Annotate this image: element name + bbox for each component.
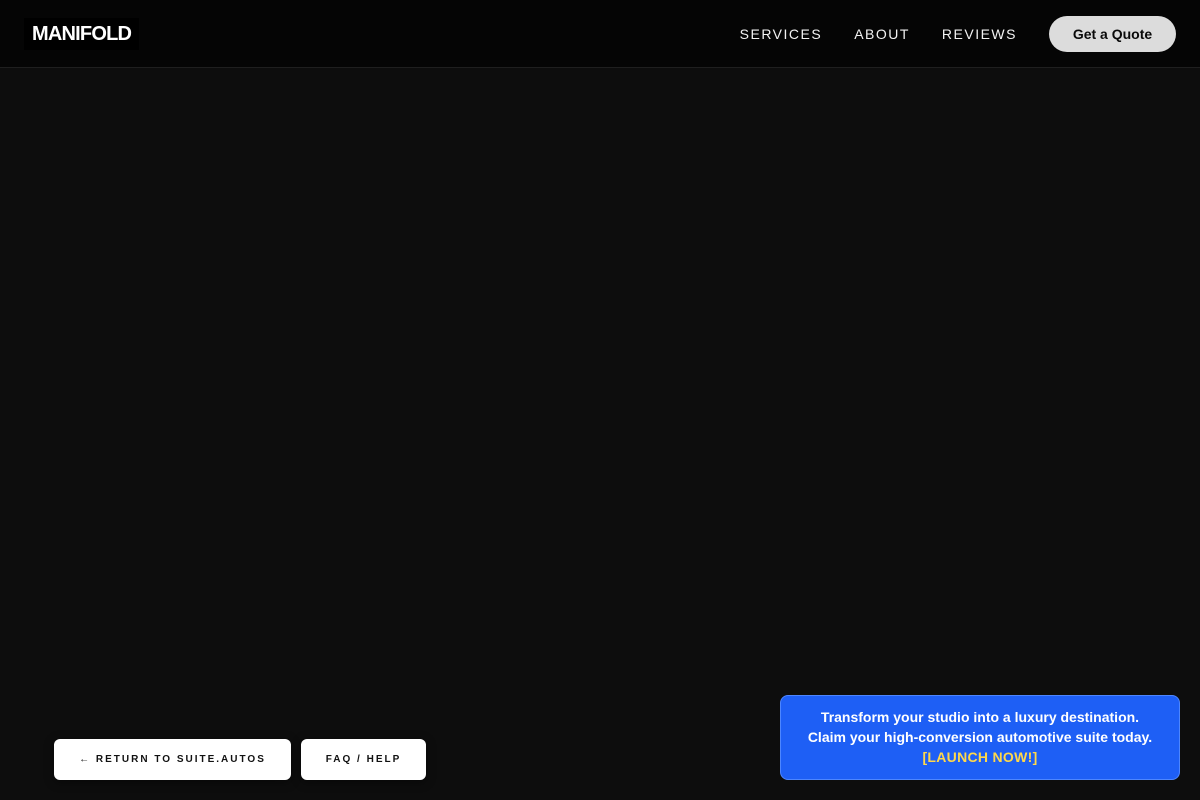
promo-subheadline: Claim your high-conversion automotive su… [807,729,1153,745]
nav-link-about[interactable]: ABOUT [854,16,910,52]
get-a-quote-button[interactable]: Get a Quote [1049,16,1176,52]
nav-link-services[interactable]: SERVICES [740,16,823,52]
faq-help-button[interactable]: FAQ / HELP [301,739,426,780]
hero-section [0,69,1200,800]
site-logo[interactable]: MANIFOLD [24,18,140,50]
promo-headline: Transform your studio into a luxury dest… [820,709,1140,725]
page: MANIFOLD SERVICES ABOUT REVIEWS Get a Qu… [0,0,1200,800]
top-navigation-bar: MANIFOLD SERVICES ABOUT REVIEWS Get a Qu… [0,0,1200,68]
return-to-suite-button[interactable]: ← RETURN TO SUITE.AUTOS [54,739,291,780]
launch-now-link[interactable]: [LAUNCH NOW!] [922,747,1037,767]
promo-banner: Transform your studio into a luxury dest… [780,695,1180,780]
main-navigation: SERVICES ABOUT REVIEWS Get a Quote [740,16,1176,52]
nav-link-reviews[interactable]: REVIEWS [942,16,1017,52]
